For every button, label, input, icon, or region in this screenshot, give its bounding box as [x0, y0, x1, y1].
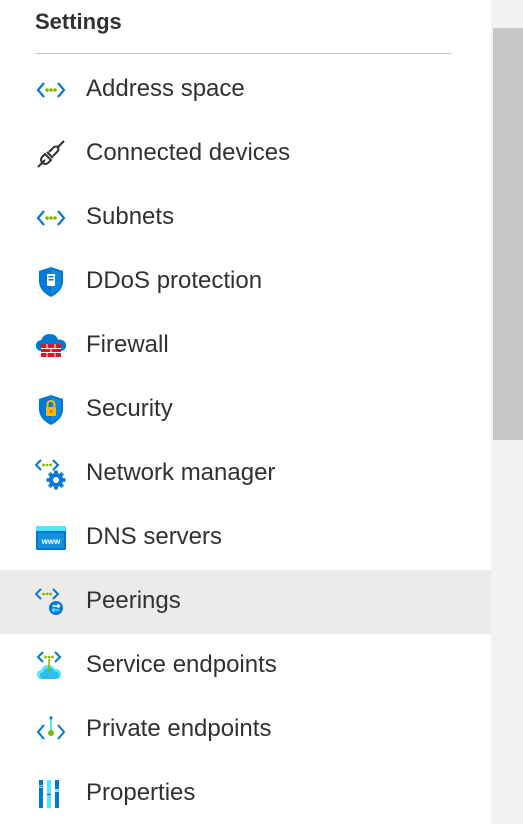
section-header: Settings — [35, 0, 451, 54]
svg-text:www: www — [41, 537, 61, 546]
menu-item-label: Security — [86, 395, 173, 422]
menu-item-label: DNS servers — [86, 523, 223, 550]
menu-item-label: Network manager — [86, 459, 276, 486]
vertical-scrollbar[interactable] — [491, 0, 523, 824]
menu-item-label: Address space — [86, 75, 245, 102]
menu-item-properties[interactable]: Properties — [0, 762, 491, 826]
menu-items: Address space Connected devices Subnets … — [0, 58, 491, 826]
menu-item-security[interactable]: Security — [0, 378, 491, 442]
private-endpoints-icon — [35, 714, 67, 746]
dns-icon: www — [35, 522, 67, 554]
menu-item-connected-devices[interactable]: Connected devices — [0, 122, 491, 186]
peerings-icon — [35, 586, 67, 618]
menu-item-label: Service endpoints — [86, 651, 277, 678]
address-space-icon — [35, 74, 67, 106]
menu-item-service-endpoints[interactable]: Service endpoints — [0, 634, 491, 698]
menu-item-label: Connected devices — [86, 139, 291, 166]
subnets-icon — [35, 202, 67, 234]
menu-item-peerings[interactable]: Peerings — [0, 570, 491, 634]
security-shield-icon — [35, 394, 67, 426]
menu-item-private-endpoints[interactable]: Private endpoints — [0, 698, 491, 762]
menu-item-dns-servers[interactable]: www DNS servers — [0, 506, 491, 570]
network-manager-icon — [35, 458, 67, 490]
menu-item-firewall[interactable]: Firewall — [0, 314, 491, 378]
plug-icon — [35, 138, 67, 170]
menu-item-subnets[interactable]: Subnets — [0, 186, 491, 250]
section-title: Settings — [35, 9, 122, 34]
menu-item-ddos-protection[interactable]: DDoS protection — [0, 250, 491, 314]
ddos-shield-icon — [35, 266, 67, 298]
settings-menu: Settings Address space Connected devices… — [0, 0, 491, 824]
menu-item-label: Private endpoints — [86, 715, 272, 742]
menu-item-network-manager[interactable]: Network manager — [0, 442, 491, 506]
firewall-icon — [35, 330, 67, 362]
menu-item-label: Firewall — [86, 331, 169, 358]
properties-icon — [35, 778, 67, 810]
menu-item-label: DDoS protection — [86, 267, 263, 294]
menu-item-address-space[interactable]: Address space — [0, 58, 491, 122]
menu-item-label: Properties — [86, 779, 196, 806]
menu-item-label: Peerings — [86, 587, 181, 614]
menu-item-label: Subnets — [86, 203, 175, 230]
service-endpoints-icon — [35, 650, 67, 682]
scrollbar-thumb[interactable] — [493, 28, 523, 440]
